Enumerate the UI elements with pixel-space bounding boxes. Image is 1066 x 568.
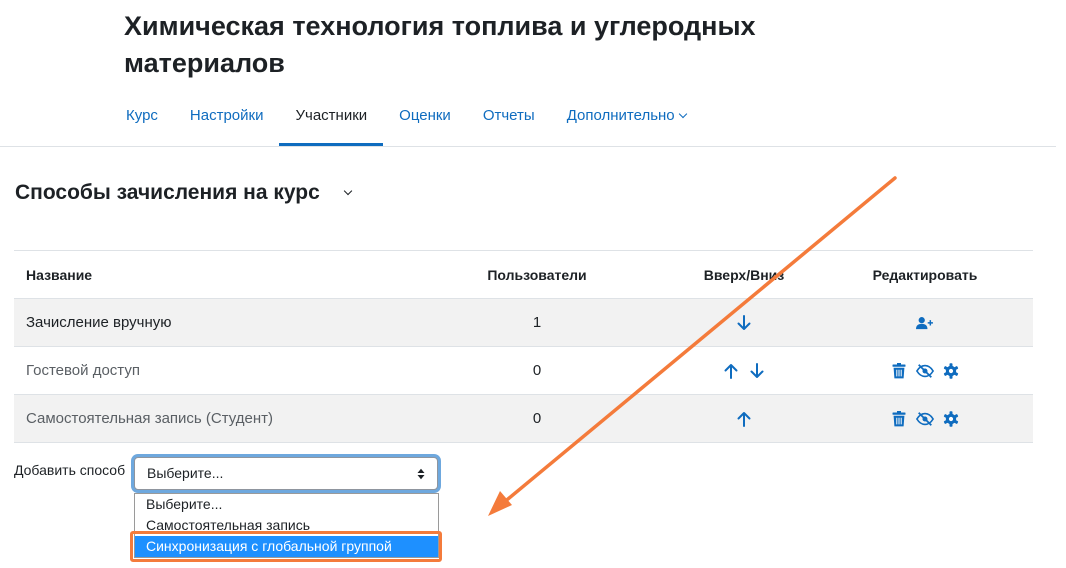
edit-controls xyxy=(856,395,994,442)
edit-controls xyxy=(856,347,994,394)
select-current-value: Выберите... xyxy=(147,465,224,481)
enrolment-methods-table: Название Пользователи Вверх/Вниз Редакти… xyxy=(14,250,1033,443)
tab-reports[interactable]: Отчеты xyxy=(467,96,551,146)
arrow-up-icon[interactable] xyxy=(722,362,740,380)
tab-course[interactable]: Курс xyxy=(110,96,174,146)
tab-more-label: Дополнительно xyxy=(566,107,675,124)
chevron-down-icon xyxy=(678,109,687,119)
add-method-select[interactable]: Выберите... xyxy=(134,457,438,490)
method-name: Самостоятельная запись (Студент) xyxy=(26,410,274,427)
method-users-count: 0 xyxy=(532,410,542,427)
tab-participants[interactable]: Участники xyxy=(279,96,383,146)
header-move: Вверх/Вниз xyxy=(703,266,785,283)
dropdown-option[interactable]: Выберите... xyxy=(135,494,438,515)
edit-controls xyxy=(856,299,994,346)
table-row: Гостевой доступ 0 xyxy=(14,347,1033,395)
move-controls xyxy=(674,347,814,394)
dropdown-option-highlighted[interactable]: Синхронизация с глобальной группой xyxy=(135,536,438,557)
method-name: Гостевой доступ xyxy=(26,362,140,379)
header-edit: Редактировать xyxy=(872,266,978,283)
hide-icon[interactable] xyxy=(916,410,934,428)
delete-icon[interactable] xyxy=(890,362,908,380)
delete-icon[interactable] xyxy=(890,410,908,428)
tab-more[interactable]: Дополнительно xyxy=(551,96,702,146)
tab-settings[interactable]: Настройки xyxy=(174,96,280,146)
add-method-dropdown: Выберите... Самостоятельная запись Синхр… xyxy=(134,493,439,558)
page-heading: Способы зачисления на курс xyxy=(15,181,320,204)
method-users-count: 0 xyxy=(532,362,542,379)
table-row: Самостоятельная запись (Студент) 0 xyxy=(14,395,1033,443)
course-title: Химическая технология топлива и углеродн… xyxy=(124,11,756,78)
arrow-down-icon[interactable] xyxy=(735,314,753,332)
method-name: Зачисление вручную xyxy=(26,314,172,331)
settings-icon[interactable] xyxy=(942,362,960,380)
header-users: Пользователи xyxy=(487,266,587,283)
arrow-up-icon[interactable] xyxy=(735,410,753,428)
dropdown-option[interactable]: Самостоятельная запись xyxy=(135,515,438,536)
move-controls xyxy=(674,299,814,346)
settings-icon[interactable] xyxy=(942,410,960,428)
table-row: Зачисление вручную 1 xyxy=(14,299,1033,347)
hide-icon[interactable] xyxy=(916,362,934,380)
arrow-down-icon[interactable] xyxy=(748,362,766,380)
enrol-users-icon[interactable] xyxy=(916,314,934,332)
add-method-label: Добавить способ xyxy=(14,462,126,478)
header-name: Название xyxy=(26,266,93,283)
heading-menu-chevron-icon[interactable] xyxy=(343,186,353,196)
select-arrows-icon xyxy=(417,468,425,480)
method-users-count: 1 xyxy=(532,314,542,331)
secondary-navigation: Курс Настройки Участники Оценки Отчеты Д… xyxy=(110,96,702,146)
move-controls xyxy=(674,395,814,442)
nav-divider xyxy=(0,146,1056,147)
tab-grades[interactable]: Оценки xyxy=(383,96,467,146)
table-header-row: Название Пользователи Вверх/Вниз Редакти… xyxy=(14,251,1033,299)
